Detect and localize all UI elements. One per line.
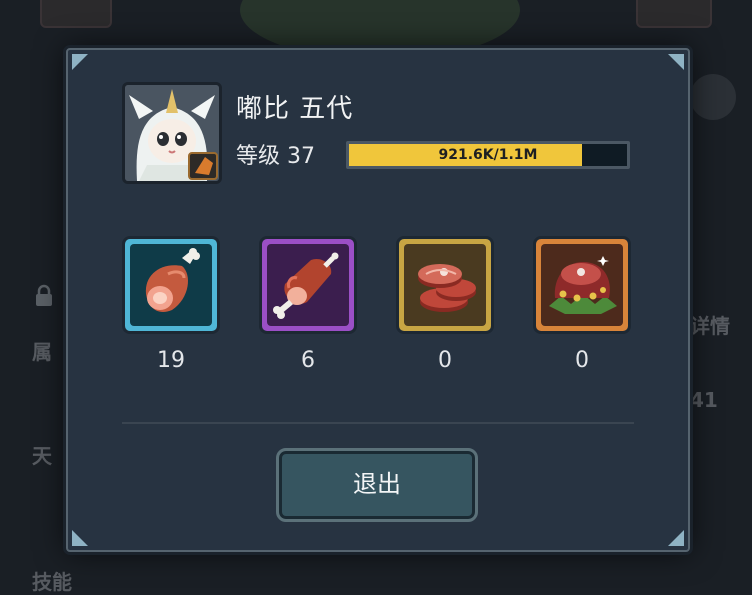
food-count-ham: 19	[157, 348, 185, 373]
roast-meat-icon	[273, 252, 339, 319]
character-level: 等级 37	[236, 144, 315, 169]
character-name: 嘟比 五代	[236, 94, 354, 124]
ham-leg-icon	[145, 248, 200, 313]
steak-slices-icon	[418, 264, 476, 312]
corner-ornament-icon	[668, 54, 684, 70]
feast-meat-icon	[549, 256, 617, 314]
background-label: 天	[32, 444, 52, 468]
background-slot-right	[636, 0, 712, 28]
pet-feed-dialog: 嘟比 五代 等级 37 921.6K/1.1M 19 6 0 0 退出	[66, 48, 690, 552]
corner-ornament-icon	[72, 54, 88, 70]
divider	[122, 422, 634, 424]
background-label: 详情	[690, 314, 730, 338]
background-label: 技能	[32, 570, 72, 594]
background-label: 属	[32, 340, 52, 364]
background-round-button	[690, 74, 736, 120]
background-slot-left	[40, 0, 112, 28]
food-slot-ham[interactable]	[122, 236, 220, 334]
exit-button[interactable]: 退出	[276, 448, 478, 522]
background-value: 41	[690, 388, 718, 412]
corner-ornament-icon	[72, 530, 88, 546]
food-count-steak: 0	[438, 348, 452, 373]
experience-text: 921.6K/1.1M	[438, 147, 538, 163]
character-avatar	[122, 82, 222, 184]
food-slot-steak[interactable]	[396, 236, 494, 334]
character-portrait-icon	[125, 85, 219, 181]
food-count-feast: 0	[575, 348, 589, 373]
food-slot-roast[interactable]	[259, 236, 357, 334]
food-count-roast: 6	[301, 348, 315, 373]
lock-icon	[34, 284, 54, 312]
experience-bar: 921.6K/1.1M	[346, 141, 630, 169]
food-slot-feast[interactable]	[533, 236, 631, 334]
corner-ornament-icon	[668, 530, 684, 546]
